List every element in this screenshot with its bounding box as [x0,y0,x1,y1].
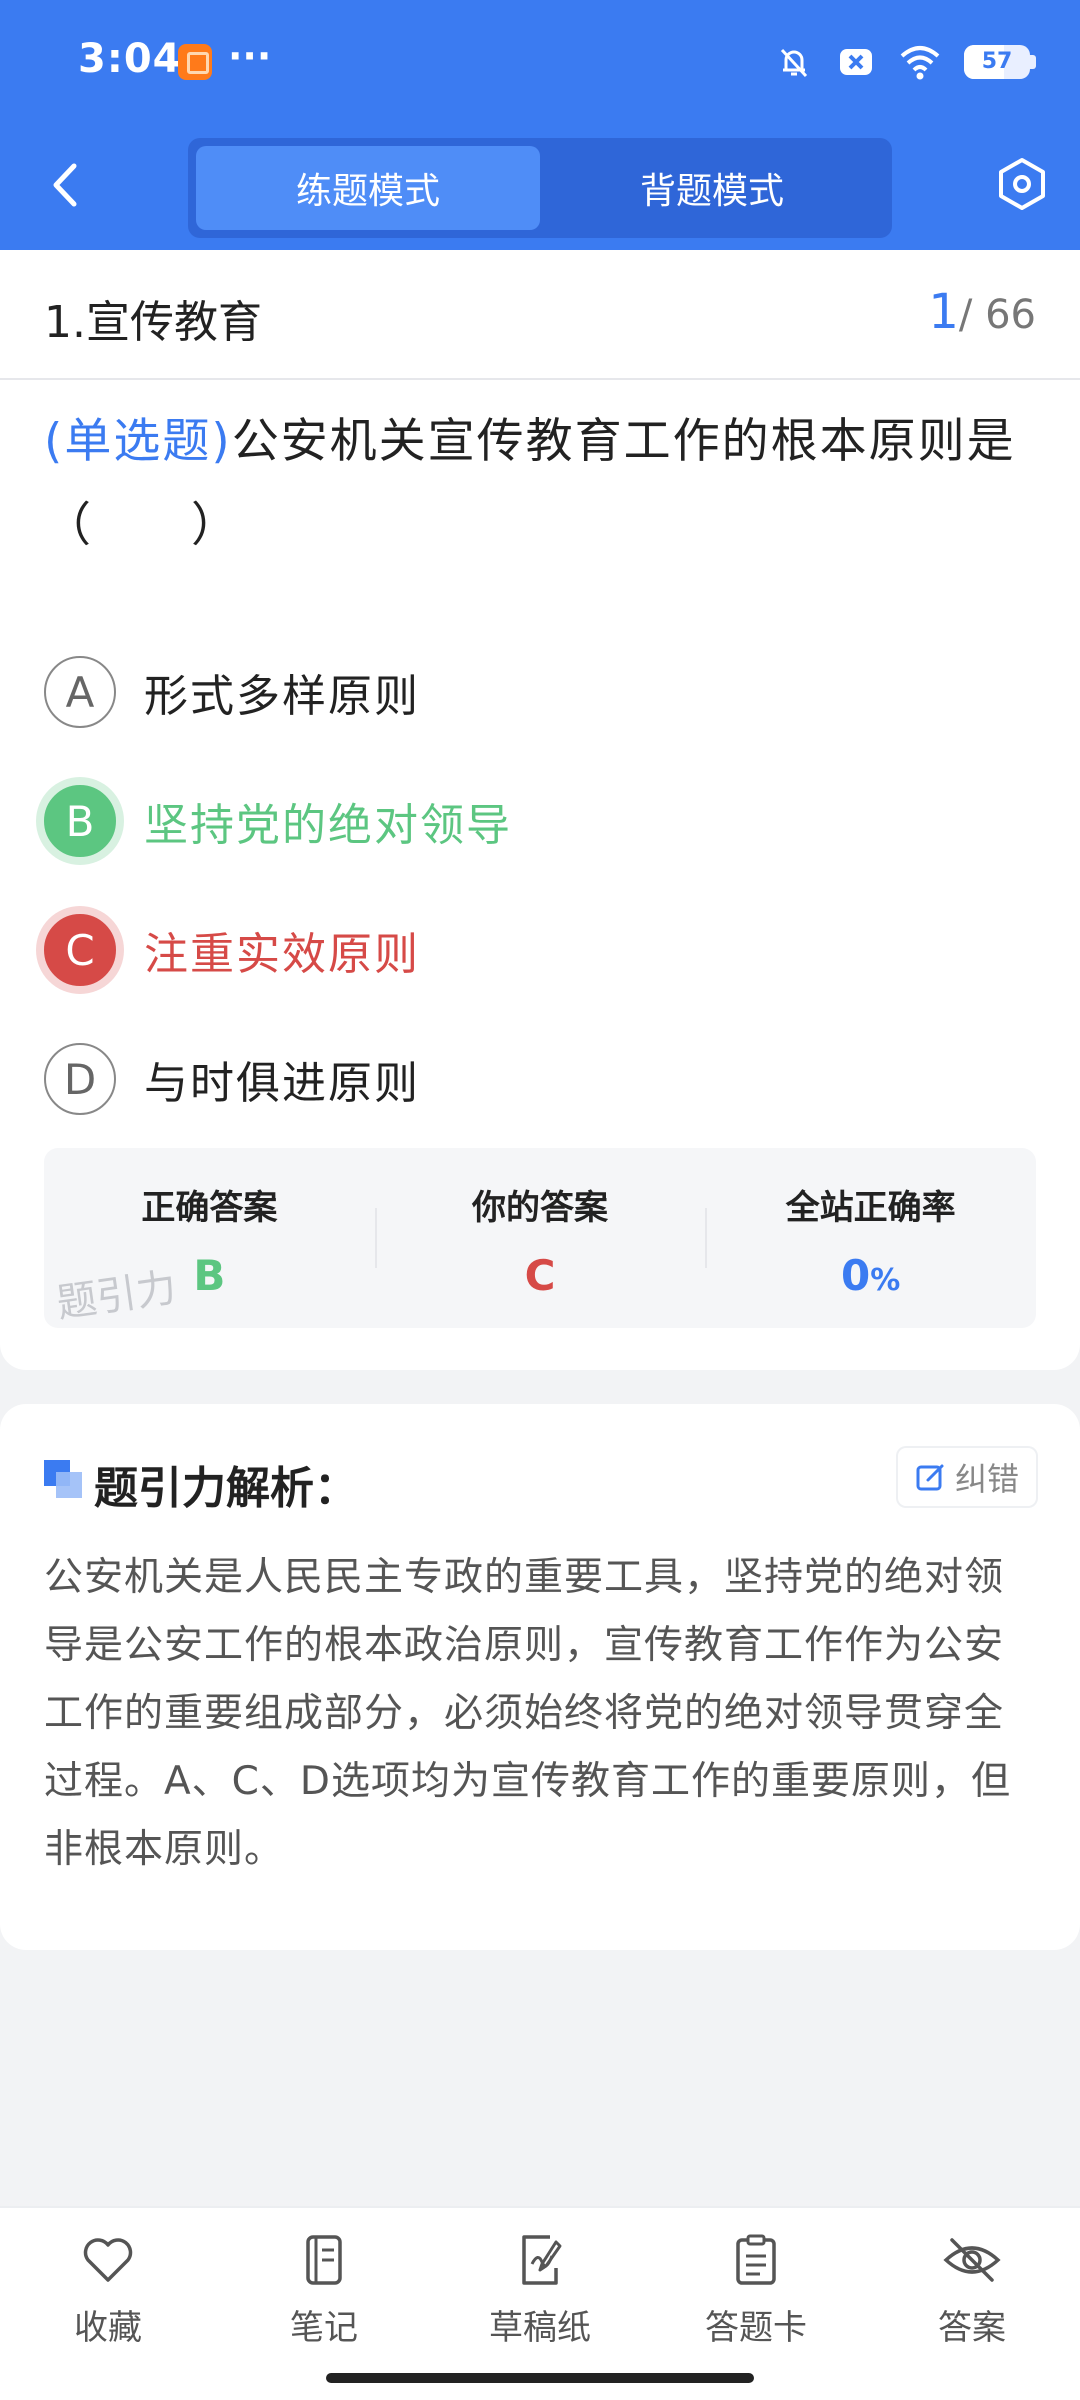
heart-icon [83,2238,133,2282]
mode-switch: 练题模式 背题模式 [188,138,892,238]
option-letter: D [44,1043,116,1115]
option-label: 与时俱进原则 [144,1058,420,1109]
your-answer-value: C [524,1251,556,1300]
back-arrow-icon[interactable] [44,160,88,210]
tab-favorite[interactable]: 收藏 [0,2234,216,2349]
report-error-label: 纠错 [954,1460,1019,1498]
close-box-icon [840,49,872,75]
question-card: 1.宣传教育 1/ 66 (单选题)公安机关宣传教育工作的根本原则是（ ） A … [0,250,1080,1370]
tab-label: 答案 [938,2308,1006,2348]
status-time: 3:04 [78,36,182,82]
tab-practice-mode[interactable]: 练题模式 [196,146,540,230]
your-answer-block: 你的答案 C [374,1148,706,1328]
analysis-marker-icon [44,1460,84,1500]
tab-answer-sheet[interactable]: 答题卡 [648,2234,864,2349]
more-notifications-icon: ··· [228,34,272,78]
option-d[interactable]: D 与时俱进原则 [44,1042,420,1116]
tab-answer[interactable]: 答案 [864,2234,1080,2349]
nav-bar: 练题模式 背题模式 [0,130,1080,240]
wifi-icon [900,46,940,80]
option-letter: A [44,656,116,728]
analysis-text: 公安机关是人民民主专政的重要工具，坚持党的绝对领导是公安工作的根本政治原则，宣传… [44,1555,1011,1872]
total-question-count: / 66 [958,292,1036,338]
top-bar: 3:04 ··· 57 练题模式 背题模式 [0,0,1080,250]
tab-recite-mode[interactable]: 背题模式 [540,146,884,230]
question-type: (单选题) [44,414,232,469]
notebook-icon [306,2235,342,2285]
option-letter: C [44,914,116,986]
tab-scratch-paper[interactable]: 草稿纸 [432,2234,648,2349]
tab-label: 笔记 [290,2308,358,2348]
option-label: 注重实效原则 [144,929,420,980]
eye-off-icon [943,2238,1001,2282]
report-error-button[interactable]: 纠错 [898,1448,1036,1506]
tab-notes[interactable]: 笔记 [216,2234,432,2349]
option-letter: B [44,785,116,857]
correct-answer-label: 正确答案 [141,1188,278,1228]
accuracy-block: 全站正确率 0% [705,1148,1036,1328]
section-title: 1.宣传教育 [44,297,262,348]
accuracy-value: 0% [841,1251,901,1300]
app-notification-icon [178,44,212,80]
battery-indicator: 57 [964,45,1036,79]
accuracy-label: 全站正确率 [785,1188,956,1228]
answer-result-panel: 正确答案 B 你的答案 C 全站正确率 0% [44,1148,1036,1328]
status-bar: 3:04 ··· 57 [0,0,1080,120]
settings-icon[interactable] [994,156,1050,212]
clipboard-icon [736,2234,776,2285]
edit-icon [916,1464,944,1491]
tab-label: 答题卡 [705,2308,807,2348]
option-a[interactable]: A 形式多样原则 [44,655,420,729]
mute-bell-icon [780,48,808,78]
question-header: 1.宣传教育 1/ 66 [0,250,1080,380]
analysis-title: 题引力解析： [94,1463,358,1514]
question-counter: 1/ 66 [928,284,1036,340]
analysis-card: 题引力解析： 纠错 公安机关是人民民主专政的重要工具，坚持党的绝对领导是公安工作… [0,1404,1080,1950]
option-c[interactable]: C 注重实效原则 [44,913,420,987]
current-question-number: 1 [928,284,959,340]
tab-label: 收藏 [74,2308,142,2348]
your-answer-label: 你的答案 [472,1188,608,1228]
option-label: 坚持党的绝对领导 [144,800,512,851]
question-stem: (单选题)公安机关宣传教育工作的根本原则是（ ） [44,400,1044,568]
option-label: 形式多样原则 [144,671,420,722]
option-b[interactable]: B 坚持党的绝对领导 [44,784,512,858]
home-indicator[interactable] [326,2373,754,2383]
draft-paper-icon [522,2235,562,2285]
bottom-toolbar: 收藏 笔记 草稿纸 答题卡 答案 [0,2206,1080,2400]
tab-label: 草稿纸 [489,2308,591,2348]
